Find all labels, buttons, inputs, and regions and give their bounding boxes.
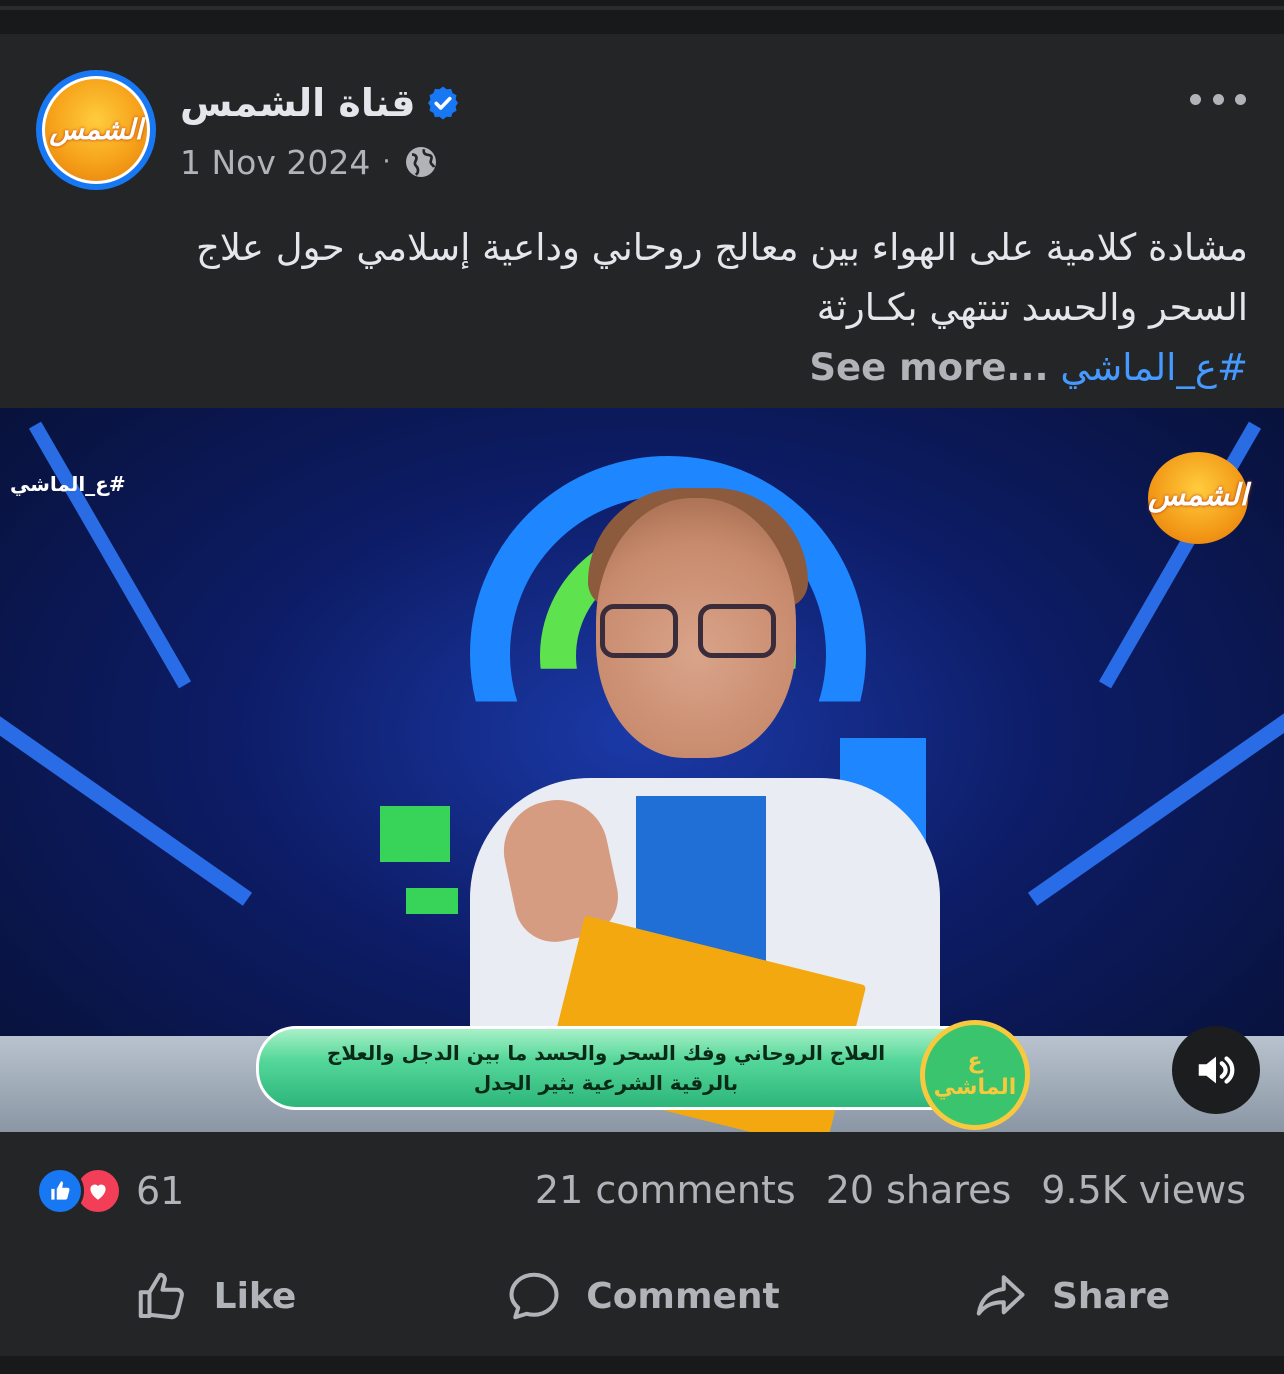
channel-logo-text: الشمس: [1148, 478, 1248, 513]
post-date[interactable]: 1 Nov 2024: [180, 143, 370, 182]
shares-count[interactable]: 20 shares: [826, 1168, 1012, 1212]
meta-separator: ·: [382, 147, 391, 177]
page-name[interactable]: قناة الشمس: [180, 81, 415, 125]
like-reaction-icon: [36, 1167, 84, 1215]
page-avatar[interactable]: الشمس: [36, 70, 156, 190]
show-badge-line-2: الماشي: [933, 1075, 1017, 1100]
reaction-count: 61: [136, 1169, 185, 1213]
views-count: 9.5K views: [1041, 1168, 1246, 1212]
caption-line-2: السحر والحسد تنتهي بكـارثة: [816, 286, 1248, 329]
top-separator: [0, 0, 1284, 34]
lower-third-banner: العلاج الروحاني وفك السحر والحسد ما بين …: [256, 1026, 956, 1110]
bottom-separator: [0, 1356, 1284, 1374]
avatar-logo-text: الشمس: [49, 113, 143, 146]
globe-icon: [405, 147, 436, 177]
post-actions: Like Comment Share: [0, 1240, 1284, 1352]
lower-third-line-2: بالرقية الشرعية يثير الجدل: [473, 1071, 739, 1095]
share-button[interactable]: Share: [856, 1240, 1284, 1352]
verified-badge-icon: [428, 86, 459, 120]
like-button[interactable]: Like: [0, 1240, 428, 1352]
share-label: Share: [1051, 1275, 1171, 1317]
show-badge: ع الماشي: [920, 1020, 1030, 1130]
video-corner-hashtag: #ع_الماشي: [10, 472, 126, 496]
comments-count[interactable]: 21 comments: [535, 1168, 796, 1212]
caption-line-3: #ع_الماشي See more...: [60, 338, 1248, 398]
channel-logo: الشمس: [1148, 452, 1248, 544]
video-player[interactable]: #ع_الماشي الشمس العلاج الروحاني وفك السح…: [0, 408, 1284, 1132]
caption-line-1: مشادة كلامية على الهواء بين معالج روحاني…: [195, 226, 1248, 269]
see-more-link[interactable]: See more...: [809, 346, 1048, 389]
reactions-summary[interactable]: 61: [36, 1166, 184, 1216]
presenter-glasses: [600, 604, 776, 660]
lower-third-line-1: العلاج الروحاني وفك السحر والحسد ما بين …: [326, 1041, 886, 1065]
page-name-row: قناة الشمس: [180, 78, 461, 128]
hashtag-link[interactable]: #ع_الماشي: [1060, 346, 1248, 389]
share-arrow-icon: [976, 1275, 1025, 1316]
engagement-stats: 21 comments 20 shares 9.5K views: [535, 1162, 1246, 1218]
avatar-image: الشمس: [42, 76, 150, 184]
post-caption: مشادة كلامية على الهواء بين معالج روحاني…: [60, 218, 1248, 398]
speaker-icon: [1198, 1056, 1235, 1084]
comment-bubble-icon: [509, 1272, 559, 1320]
post-meta: 1 Nov 2024 ·: [180, 140, 439, 184]
comment-button[interactable]: Comment: [428, 1240, 856, 1352]
sound-toggle-button[interactable]: [1172, 1026, 1260, 1114]
thumbs-up-icon: [138, 1272, 184, 1320]
comment-label: Comment: [586, 1275, 780, 1317]
show-badge-line-1: ع: [967, 1049, 983, 1074]
like-label: Like: [213, 1275, 297, 1317]
more-options-icon[interactable]: [1190, 82, 1246, 116]
